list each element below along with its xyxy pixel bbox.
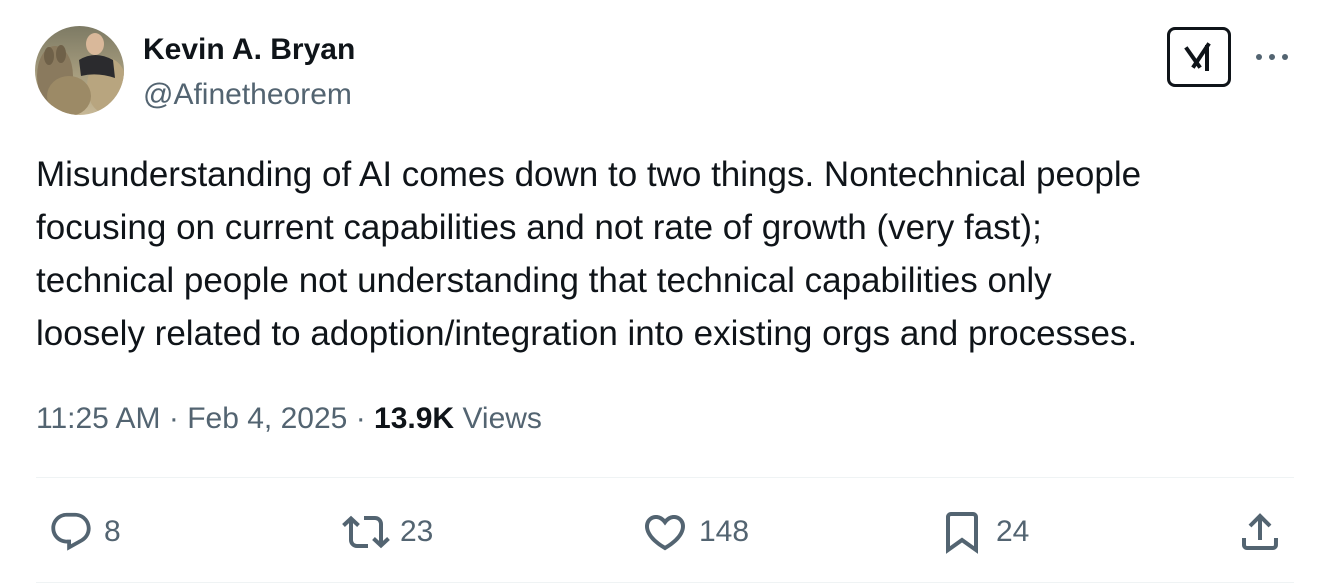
views-count[interactable]: 13.9K [374,402,454,435]
divider [36,582,1294,583]
tweet-text-line: focusing on current capabilities and not… [36,208,1042,247]
tweet-text-line: technical people not understanding that … [36,261,1052,300]
heart-icon [644,515,686,551]
share-button[interactable] [1236,500,1284,564]
more-button[interactable] [1254,42,1290,72]
bookmark-count: 24 [996,515,1030,548]
avatar[interactable] [35,26,124,115]
repost-count: 23 [400,515,434,548]
tweet-meta: 11:25 AM · Feb 4, 2025 · 13.9K Views [36,397,542,441]
repost-icon [342,515,390,549]
grok-icon [1184,42,1211,71]
tweet-text-line: Misunderstanding of AI comes down to two… [36,155,1142,194]
tweet-date[interactable]: Feb 4, 2025 [187,402,347,435]
meta-separator: · [168,402,179,435]
reply-icon [51,512,91,551]
tweet-card: Kevin A. Bryan @Afinetheorem Misundersta… [0,0,1328,584]
tweet-time[interactable]: 11:25 AM [36,402,161,435]
like-button[interactable]: 148 [641,500,749,564]
like-count: 148 [699,515,750,548]
divider [36,477,1294,478]
avatar-photo [35,26,124,115]
meta-separator: · [355,402,366,435]
bookmark-icon [946,512,978,554]
reply-count: 8 [104,515,121,548]
author-name[interactable]: Kevin A. Bryan [143,30,355,70]
grok-button[interactable] [1167,27,1231,87]
author-handle[interactable]: @Afinetheorem [143,75,352,115]
repost-button[interactable]: 23 [342,500,433,564]
share-icon [1242,513,1278,550]
tweet-text: Misunderstanding of AI comes down to two… [36,148,1306,360]
action-bar: 8 23 148 24 [0,500,1328,564]
bookmark-button[interactable]: 24 [938,500,1029,564]
views-label: Views [462,402,542,435]
reply-button[interactable]: 8 [48,500,121,564]
tweet-text-line: loosely related to adoption/integration … [36,314,1138,353]
more-horizontal-icon [1256,54,1288,60]
